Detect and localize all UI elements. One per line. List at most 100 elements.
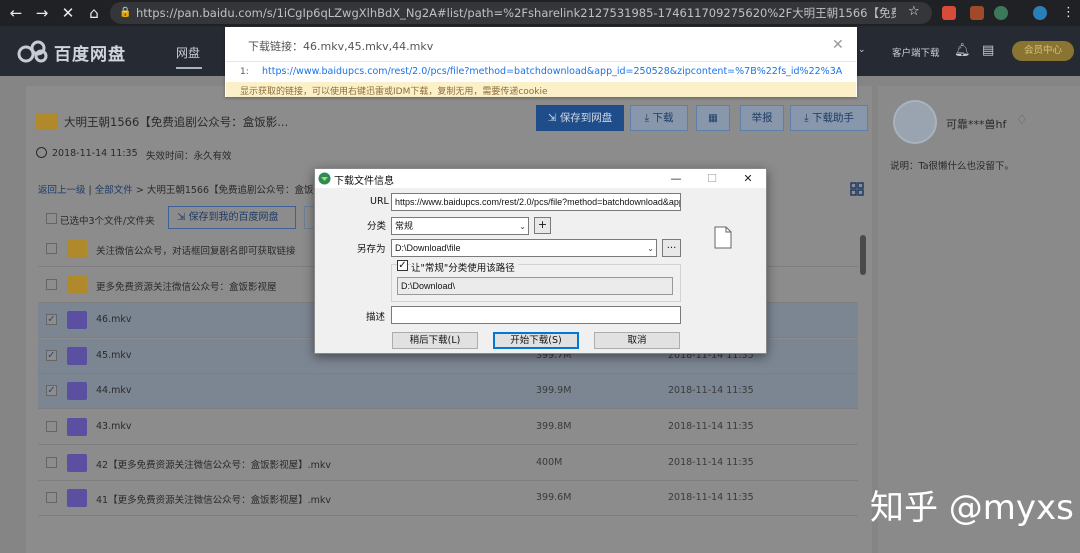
qrcode-button[interactable]: ▦ (696, 105, 730, 131)
site-logo-text[interactable]: 百度网盘 (54, 40, 126, 65)
file-name[interactable]: 更多免费资源关注微信公众号：盒饭影视屋 (96, 279, 277, 293)
stop-icon[interactable]: ✕ (58, 3, 78, 23)
save-as-label: 另存为 (357, 244, 386, 255)
extension-icon[interactable] (994, 6, 1008, 20)
extension-icon[interactable] (1033, 6, 1047, 20)
video-file-icon (67, 489, 87, 508)
vip-center-button[interactable]: 会员中心 (1012, 41, 1074, 61)
breadcrumb-back-link[interactable]: 返回上一级 (38, 185, 86, 196)
qrcode-icon: ▦ (708, 112, 718, 124)
use-path-checkbox[interactable]: ✓ (397, 260, 408, 271)
home-icon[interactable]: ⌂ (84, 3, 104, 23)
row-checkbox[interactable]: ✓ (46, 314, 57, 326)
download-button[interactable]: ⤓ 下载 (630, 105, 688, 131)
bell-icon[interactable]: 🔔︎ (954, 43, 971, 58)
url-field[interactable]: https://www.baidupcs.com/rest/2.0/pcs/fi… (391, 193, 681, 211)
back-arrow-icon[interactable]: ← (6, 3, 26, 23)
file-size: 399.9M (536, 385, 572, 397)
row-checkbox[interactable] (46, 421, 57, 432)
notice-hint-text: 显示获取的链接，可以使用右键迅雷或IDM下载，复制无用，需要传递cookie (240, 87, 548, 97)
clipboard-icon[interactable]: ▤ (982, 43, 994, 58)
save-to-my-cloud-label: 保存到我的百度网盘 (188, 212, 279, 223)
table-row[interactable]: 43.mkv 399.8M 2018-11-14 11:35 (38, 410, 858, 445)
file-name[interactable]: 43.mkv (96, 421, 132, 432)
username[interactable]: 可靠***兽hf (946, 116, 1006, 132)
row-checkbox[interactable]: ✓ (46, 349, 57, 361)
url-label: URL (370, 196, 389, 207)
file-name[interactable]: 44.mkv (96, 385, 132, 396)
file-date: 2018-11-14 11:35 (668, 456, 754, 468)
file-name[interactable]: 45.mkv (96, 350, 132, 361)
download-label: 下载 (652, 112, 674, 124)
save-to-my-cloud-button[interactable]: ⇲ 保存到我的百度网盘 (168, 206, 296, 229)
default-path-field: D:\Download\ (397, 277, 673, 295)
folder-icon (67, 240, 87, 258)
forward-arrow-icon[interactable]: → (32, 3, 52, 23)
cancel-button[interactable]: 取消 (594, 332, 680, 349)
save-as-select[interactable]: D:\Download\file ⌄ (391, 239, 657, 257)
nav-tab-netdisk[interactable]: 网盘 (176, 44, 200, 61)
file-date: 2018-11-14 11:35 (668, 492, 754, 504)
row-checkbox[interactable] (46, 278, 57, 290)
minimize-icon[interactable]: — (662, 170, 690, 187)
idm-logo-icon (318, 172, 331, 185)
file-name[interactable]: 关注微信公众号，对话框回复剧名即可获取链接 (96, 243, 296, 257)
category-select[interactable]: 常规 ⌄ (391, 217, 529, 235)
user-description: 说明：Ta很懒什么也没留下。 (890, 161, 1015, 172)
grid-view-icon[interactable] (850, 182, 864, 196)
maximize-icon[interactable]: ☐ (698, 170, 726, 187)
add-category-button[interactable]: + (534, 217, 551, 234)
file-name[interactable]: 42【更多免费资源关注微信公众号：盒饭影视屋】.mkv (96, 457, 331, 471)
baidu-cloud-logo-icon (17, 40, 48, 63)
row-checkbox[interactable]: ✓ (46, 385, 57, 397)
close-icon[interactable]: ✕ (832, 37, 844, 53)
save-icon: ⇲ (547, 112, 560, 124)
chevron-down-icon[interactable]: ⌄ (858, 45, 866, 55)
client-download-link[interactable]: 客户端下载 (892, 45, 940, 59)
file-size: 400M (536, 456, 563, 468)
video-file-icon (67, 453, 87, 472)
download-helper-label: 下载助手 (811, 112, 854, 124)
description-input[interactable] (391, 306, 681, 324)
file-icon (714, 226, 732, 249)
expire-text: 失效时间：永久有效 (146, 151, 232, 162)
notice-link-url[interactable]: https://www.baidupcs.com/rest/2.0/pcs/fi… (262, 66, 842, 77)
browse-button[interactable]: ... (662, 239, 681, 257)
menu-dots-icon[interactable]: ⋮ (1062, 5, 1075, 20)
dialog-title: 下载文件信息 (334, 176, 394, 187)
save-to-cloud-label: 保存到网盘 (559, 112, 613, 124)
close-icon[interactable]: ✕ (734, 170, 762, 187)
address-bar[interactable]: 🔒 https://pan.baidu.com/s/1iCgIp6qLZwgXl… (110, 2, 932, 24)
row-checkbox[interactable] (46, 456, 57, 468)
folder-icon (36, 113, 58, 130)
start-download-button[interactable]: 开始下载(S) (493, 332, 579, 349)
nav-active-indicator (176, 67, 202, 69)
table-row[interactable]: 42【更多免费资源关注微信公众号：盒饭影视屋】.mkv 400M 2018-11-1… (38, 446, 858, 481)
use-path-checkbox-label[interactable]: 让"常规"分类使用该路径 (411, 260, 518, 274)
extension-icon[interactable] (970, 6, 984, 20)
folder-icon (67, 275, 87, 294)
row-checkbox[interactable] (46, 243, 57, 254)
share-title: 大明王朝1566【免费追剧公众号：盒饭影... (64, 115, 289, 129)
breadcrumb-all-files-link[interactable]: 全部文件 (95, 185, 133, 196)
video-file-icon (67, 382, 87, 401)
table-row[interactable]: ✓ 44.mkv 399.9M 2018-11-14 11:35 (38, 374, 858, 410)
download-helper-button[interactable]: ⤓ 下载助手 (790, 105, 868, 131)
breadcrumb: 返回上一级 | 全部文件 > 大明王朝1566【免费追剧公众号：盒饭 (38, 185, 314, 196)
description-label: 描述 (366, 312, 386, 323)
save-to-cloud-button[interactable]: ⇲ 保存到网盘 (536, 105, 624, 131)
report-button[interactable]: 举报 (740, 105, 784, 131)
notice-title: 下载链接：46.mkv,45.mkv,44.mkv (248, 40, 434, 53)
select-all-checkbox[interactable] (46, 213, 57, 224)
address-url: https://pan.baidu.com/s/1iCgIp6qLZwgXlhB… (136, 6, 896, 20)
file-name[interactable]: 46.mkv (96, 314, 132, 325)
scrollbar-thumb[interactable] (860, 235, 866, 275)
bookmark-star-icon[interactable]: ☆ (908, 4, 920, 19)
download-later-button[interactable]: 稍后下载(L) (392, 332, 478, 349)
extension-icon[interactable] (942, 6, 956, 20)
category-value: 常规 (395, 221, 414, 231)
file-name[interactable]: 41【更多免费资源关注微信公众号：盒饭影视屋】.mkv (96, 492, 331, 506)
row-checkbox[interactable] (46, 492, 57, 504)
avatar[interactable] (893, 100, 937, 144)
table-row[interactable]: 41【更多免费资源关注微信公众号：盒饭影视屋】.mkv 399.6M 2018-11… (38, 481, 858, 517)
